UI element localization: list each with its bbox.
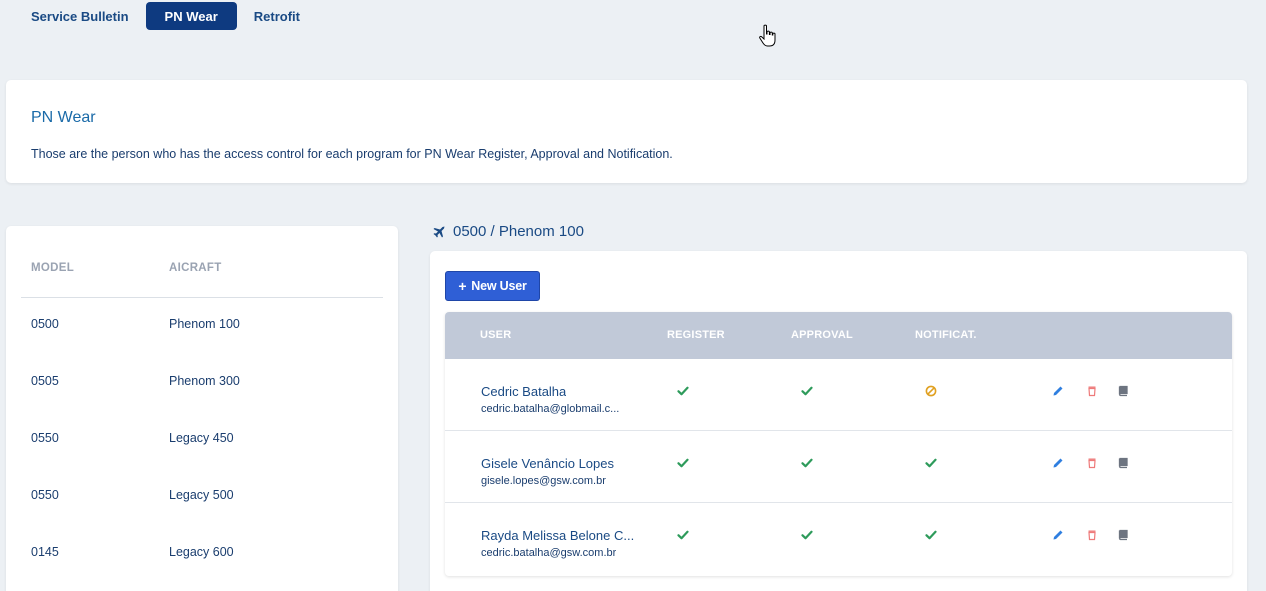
new-user-label: New User (471, 279, 527, 293)
model-code: 0500 (31, 317, 59, 331)
check-icon (801, 530, 813, 540)
pencil-icon[interactable] (1052, 385, 1064, 397)
check-icon (925, 530, 937, 540)
model-code: 0145 (31, 545, 59, 559)
book-icon[interactable] (1117, 385, 1129, 397)
table-row: Gisele Venâncio Lopes gisele.lopes@gsw.c… (445, 431, 1232, 503)
plane-icon (433, 226, 445, 237)
hand-cursor-icon (759, 24, 776, 47)
model-row[interactable]: 0550 Legacy 450 (6, 431, 398, 488)
users-card: + New User USER REGISTER APPROVAL NOTIFI… (430, 251, 1247, 591)
tab-retrofit[interactable]: Retrofit (242, 2, 312, 30)
user-email: cedric.batalha@globmail.c... (481, 403, 620, 415)
trash-icon[interactable] (1086, 529, 1098, 541)
check-icon (801, 458, 813, 468)
check-icon (925, 458, 937, 468)
model-code: 0505 (31, 374, 59, 388)
book-icon[interactable] (1117, 529, 1129, 541)
aircraft-name: Legacy 500 (169, 488, 234, 502)
plus-icon: + (458, 278, 467, 294)
approval-column-header: APPROVAL (791, 329, 853, 341)
user-email: gisele.lopes@gsw.com.br (481, 475, 606, 487)
model-list-card: MODEL AICRAFT 0500 Phenom 100 0505 Pheno… (6, 226, 398, 591)
program-tabs: Service Bulletin PN Wear Retrofit (19, 2, 317, 30)
user-email: cedric.batalha@gsw.com.br (481, 547, 617, 559)
pencil-icon[interactable] (1052, 529, 1064, 541)
check-icon (677, 386, 689, 396)
table-header: USER REGISTER APPROVAL NOTIFICAT. (445, 312, 1232, 359)
new-user-button[interactable]: + New User (445, 271, 540, 301)
model-column-header: MODEL (31, 262, 75, 274)
check-icon (677, 530, 689, 540)
aircraft-name: Legacy 450 (169, 431, 234, 445)
book-icon[interactable] (1117, 457, 1129, 469)
aircraft-name: Phenom 100 (169, 317, 240, 331)
user-name: Rayda Melissa Belone C... (481, 528, 635, 543)
tab-service-bulletin[interactable]: Service Bulletin (19, 2, 141, 30)
model-code: 0550 (31, 488, 59, 502)
selected-aircraft-heading: 0500 / Phenom 100 (433, 223, 584, 240)
selected-aircraft-title: 0500 / Phenom 100 (453, 223, 584, 240)
blocked-icon (925, 385, 937, 397)
model-row[interactable]: 0145 Legacy 600 (6, 545, 398, 591)
divider (21, 297, 383, 298)
aircraft-column-header: AICRAFT (169, 262, 222, 274)
aircraft-name: Legacy 600 (169, 545, 234, 559)
users-table: USER REGISTER APPROVAL NOTIFICAT. Cedric… (445, 312, 1232, 576)
pencil-icon[interactable] (1052, 457, 1064, 469)
check-icon (677, 458, 689, 468)
model-code: 0550 (31, 431, 59, 445)
register-column-header: REGISTER (667, 329, 725, 341)
model-row[interactable]: 0500 Phenom 100 (6, 317, 398, 374)
user-name: Cedric Batalha (481, 384, 567, 399)
tab-pn-wear[interactable]: PN Wear (145, 2, 237, 30)
table-row: Rayda Melissa Belone C... cedric.batalha… (445, 503, 1232, 575)
page-description: Those are the person who has the access … (31, 147, 673, 161)
notification-column-header: NOTIFICAT. (915, 329, 977, 341)
model-row[interactable]: 0505 Phenom 300 (6, 374, 398, 431)
info-card: PN Wear Those are the person who has the… (6, 80, 1247, 183)
page-title: PN Wear (31, 109, 96, 126)
model-row[interactable]: 0550 Legacy 500 (6, 488, 398, 545)
aircraft-name: Phenom 300 (169, 374, 240, 388)
trash-icon[interactable] (1086, 385, 1098, 397)
check-icon (801, 386, 813, 396)
user-name: Gisele Venâncio Lopes (481, 456, 614, 471)
table-row: Cedric Batalha cedric.batalha@globmail.c… (445, 359, 1232, 431)
trash-icon[interactable] (1086, 457, 1098, 469)
user-column-header: USER (480, 329, 512, 341)
